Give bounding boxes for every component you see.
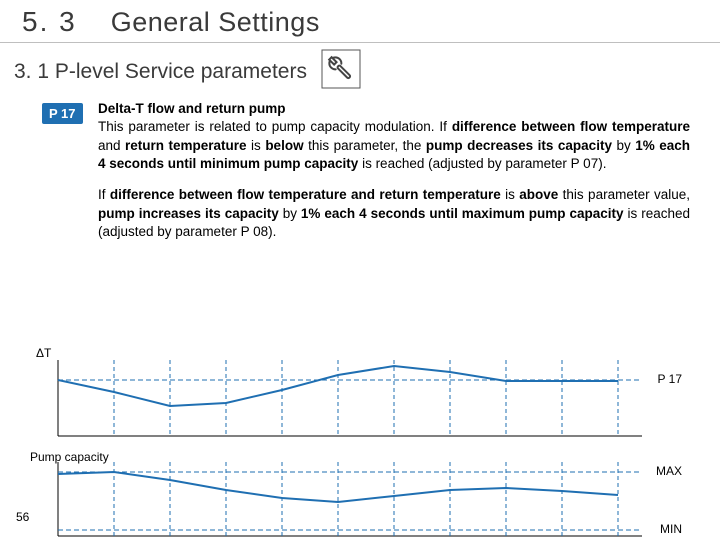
parameter-badge-label: P 17 [49,106,76,121]
paragraph-1: This parameter is related to pump capaci… [98,118,690,174]
chart2-ylabel: Pump capacity [30,450,109,464]
section-number: 5. 3 [22,6,77,38]
wrench-icon [321,49,361,95]
delta-t-chart: ΔT P 17 [30,350,690,440]
paragraph-2: If difference between flow temperature a… [98,186,690,242]
subsection-title: 3. 1 P-level Service parameters [14,60,307,84]
pump-capacity-chart: Pump capacity [30,454,690,540]
parameter-badge: P 17 [42,103,83,124]
document-page: 5. 3 General Settings 3. 1 P-level Servi… [0,0,720,540]
chart1-rightlabel: P 17 [658,372,682,386]
page-number: 56 [16,510,29,524]
delta-t-chart-svg [30,350,690,440]
pump-capacity-chart-svg [30,454,690,540]
chart1-ylabel: ΔT [36,346,51,360]
section-header: 5. 3 General Settings [0,0,720,38]
section-title: General Settings [111,7,320,38]
subsection-header: 3. 1 P-level Service parameters [0,49,720,95]
divider [0,42,720,43]
chart2-min-label: MIN [660,522,682,536]
parameter-title: Delta-T flow and return pump [98,101,690,116]
body: P 17 Delta-T flow and return pump This p… [0,95,720,242]
chart2-max-label: MAX [656,464,682,478]
